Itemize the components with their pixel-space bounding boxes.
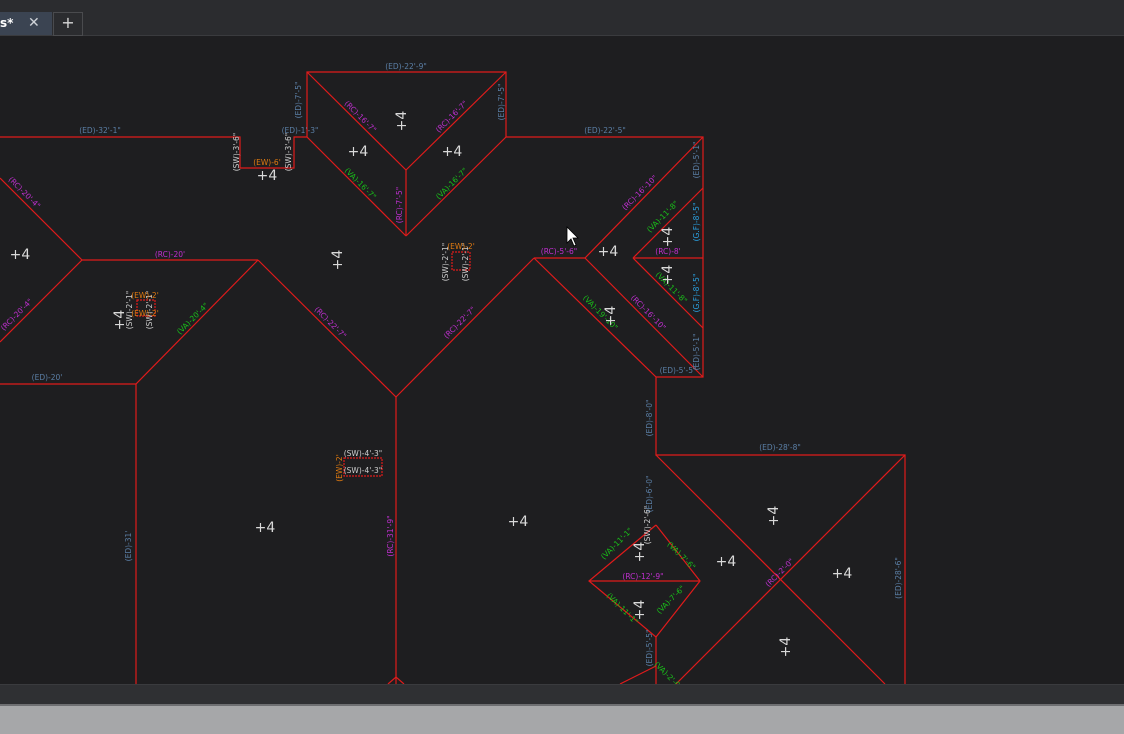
dimension-label: (ED)-28'-6": [894, 557, 903, 599]
dimension-label: (SW)-3'-6": [232, 133, 241, 172]
dimension-label: (VA)-7'-6": [655, 584, 687, 616]
tab-label: s*: [0, 16, 14, 30]
pitch-label: +4: [10, 247, 31, 263]
dimension-label: (ED)-28'-8": [759, 443, 801, 452]
tab-bar: s* ✕ +: [0, 0, 1124, 36]
roof-plan-drawing: (ED)-22'-9"(ED)-32'-1" (ED)-1'-3" (ED)-22'…: [0, 62, 906, 692]
dimension-label: (EW)-2': [447, 242, 475, 251]
hip-line: [257, 259, 397, 398]
dimension-label: (ED)-5'-1": [692, 334, 701, 371]
dimension-label: (ED)-8'-0": [645, 400, 654, 437]
pitch-label: +4: [660, 227, 676, 248]
dimension-label: (G.F)-8'-5": [692, 274, 701, 313]
dimension-label: (VA)-11'-1": [599, 526, 634, 561]
dimension-label: (RC)-8': [655, 247, 680, 256]
dimension-label: (ED)-7'-5": [294, 82, 303, 119]
tab-drawing[interactable]: s* ✕: [0, 12, 52, 35]
pitch-label: +4: [603, 306, 619, 327]
dimension-label: (RC)-12'-9": [622, 572, 663, 581]
roof-lines: [0, 71, 906, 685]
add-tab-button[interactable]: +: [53, 12, 83, 36]
hip-line: [533, 257, 657, 378]
dimension-label: (RC)-20'-4": [0, 297, 34, 332]
dimension-label: (EW)-2': [335, 454, 344, 482]
dimension-label: (EW)-2': [131, 291, 159, 300]
pitch-label: +4: [598, 244, 619, 260]
dimension-label: (RC)-5'-6": [541, 247, 577, 256]
valley-line: [135, 259, 259, 385]
dimension-label: (EW)-2': [131, 309, 159, 318]
pitch-label: +4: [255, 520, 276, 536]
dimension-label: (ED)-7'-5": [497, 84, 506, 121]
dimension-label: (RC)-20'-4": [7, 175, 42, 210]
dimension-label: (RC)-16'-10": [629, 293, 668, 332]
dimension-label: (EW)-6': [253, 158, 281, 167]
dimension-label: (ED)-5'-1": [692, 142, 701, 179]
dimension-label: (SW)-2'-6": [643, 506, 652, 545]
mouse-pointer-icon: [566, 226, 579, 247]
pitch-label: +4: [660, 265, 676, 286]
dimension-label: (VA)-16'-7": [434, 166, 469, 201]
dimension-label: (VA)-20'-4": [175, 301, 210, 336]
dimension-label: (ED)-5'-5": [660, 366, 697, 375]
dimension-label: (SW)-3'-6": [284, 133, 293, 172]
dimension-label: (ED)-22'-9": [385, 62, 427, 71]
pitch-label: +4: [832, 566, 853, 582]
dimension-label: (ED)-32'-1": [79, 126, 121, 135]
pitch-label: +4: [394, 111, 410, 132]
pitch-label: +4: [257, 168, 278, 184]
close-icon[interactable]: ✕: [28, 15, 40, 31]
pitch-label: +4: [632, 542, 648, 563]
pitch-label: +4: [442, 144, 463, 160]
pitch-label: +4: [766, 506, 782, 527]
pitch-label: +4: [778, 637, 794, 658]
dimension-label: (SW)-4'-3": [344, 466, 383, 475]
hip-line: [619, 665, 657, 685]
dimension-label: (SW)-4'-3": [344, 449, 383, 458]
dimension-label: (RC)-16'-7": [434, 99, 469, 134]
dimension-label: (VA)-2'-0": [652, 660, 684, 684]
dimension-label: (RC)-31'-9": [386, 515, 395, 556]
pitch-label: +4: [508, 514, 529, 530]
dimension-label: (ED)-5'-5": [645, 630, 654, 667]
dimension-label: (ED)-20': [32, 373, 63, 382]
drawing-canvas[interactable]: (ED)-22'-9" (ED)-32'-1" (ED)-1'-3" (ED)-22'…: [0, 36, 1124, 692]
dimension-label: (RC)-2'-0": [764, 557, 796, 589]
pitch-label: +4: [112, 310, 128, 331]
dimension-label: (RC)-22'-7": [442, 305, 477, 340]
dimension-label: (ED)-31': [124, 531, 133, 562]
dimension-label: (RC)-22'-7": [313, 305, 348, 340]
pitch-label: +4: [330, 250, 346, 271]
hip-line: [584, 136, 704, 259]
dimension-label: (RC)-20': [155, 250, 185, 259]
horizontal-scrollbar[interactable]: [0, 684, 1124, 705]
mouse-pointer-icon: [566, 226, 579, 247]
dimension-label: (RC)-7'-5": [395, 187, 404, 223]
dimension-label: (G.F)-8'-5": [692, 203, 701, 242]
dimension-label: (RC)-16'-10": [620, 173, 659, 212]
dimension-label: (VA)-7'-6": [665, 540, 697, 572]
dimension-label: (RC)-16'-7": [343, 99, 378, 134]
dimension-label: (ED)-22'-5": [584, 126, 626, 135]
hip-line: [0, 259, 83, 343]
pitch-label: +4: [632, 600, 648, 621]
dimension-label: (VA)-16'-7": [343, 166, 378, 201]
pitch-label: +4: [348, 144, 369, 160]
pitch-label: +4: [716, 554, 737, 570]
roof-outline: [0, 383, 137, 684]
status-bar: [0, 704, 1124, 734]
